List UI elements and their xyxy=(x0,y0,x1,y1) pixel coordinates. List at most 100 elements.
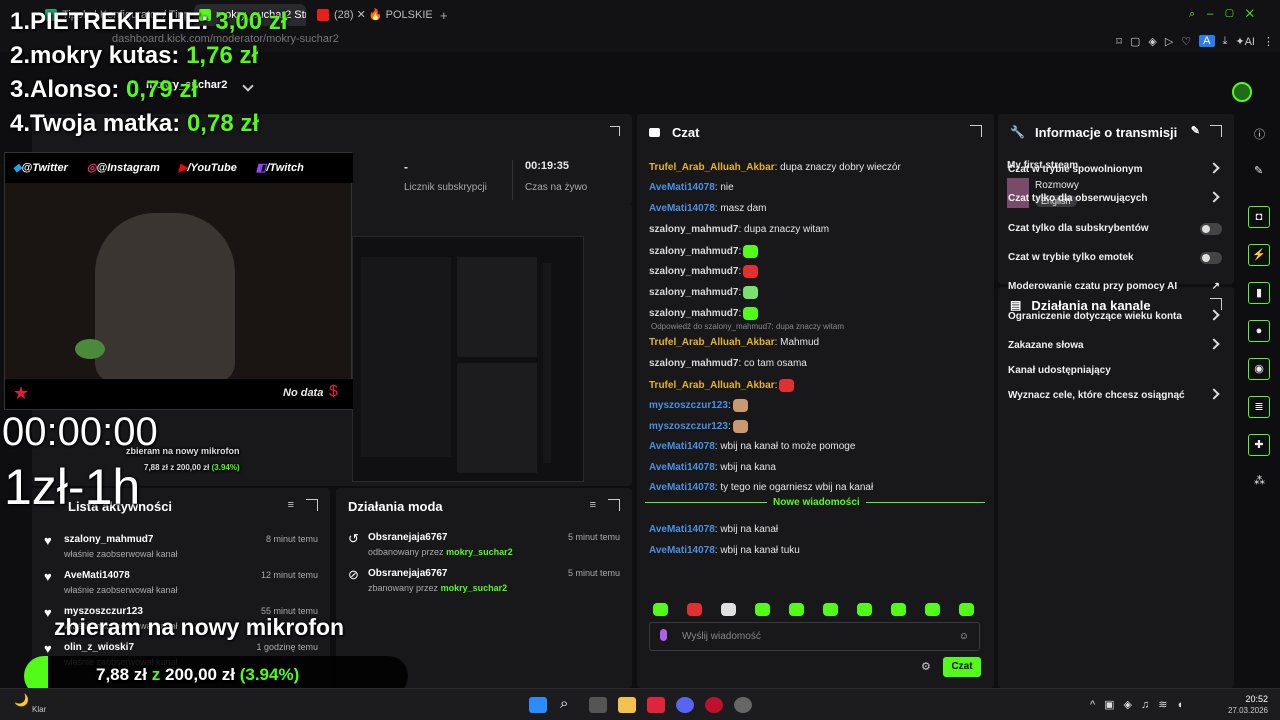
chat-username[interactable]: myszoszczur123 xyxy=(649,400,728,411)
channel-action-row[interactable]: Wyznacz cele, które chcesz osiągnąć xyxy=(1008,387,1222,405)
chat-username[interactable]: AveMati14078 xyxy=(649,182,715,193)
chat-username[interactable]: Trufel_Arab_Alluah_Akbar xyxy=(649,380,775,391)
info-icon[interactable]: ⓘ xyxy=(1254,126,1265,142)
channel-action-row[interactable]: Ograniczenie dotyczące wieku konta xyxy=(1008,308,1222,326)
chat-username[interactable]: AveMati14078 xyxy=(649,203,715,214)
emote-button[interactable] xyxy=(857,603,872,616)
chat-username[interactable]: AveMati14078 xyxy=(649,524,715,535)
emote-button[interactable] xyxy=(687,603,702,616)
chat-username[interactable]: AveMati14078 xyxy=(649,545,715,556)
expand-icon[interactable] xyxy=(306,499,318,511)
channel-action-row[interactable]: Czat w trybie spowolnionym xyxy=(1008,161,1222,179)
search-icon[interactable]: ⌕ xyxy=(560,695,568,712)
chevron-down-icon[interactable] xyxy=(242,80,254,92)
emote-button[interactable] xyxy=(653,603,668,616)
window-controls[interactable]: ⌕–▢✕ xyxy=(1189,8,1266,21)
settings-gear-icon[interactable]: ⚙ xyxy=(921,660,931,673)
explorer-icon[interactable] xyxy=(618,697,636,713)
emoji-icon[interactable]: ☺ xyxy=(959,631,969,642)
chat-username[interactable]: AveMati14078 xyxy=(649,462,715,473)
activity-name[interactable]: AveMati14078 xyxy=(64,570,130,581)
filter-icon[interactable]: ≡ xyxy=(590,499,596,511)
mic-icon[interactable] xyxy=(660,629,667,641)
obs-icon[interactable] xyxy=(734,697,752,713)
edit-icon[interactable]: ✎ xyxy=(1191,124,1200,137)
tab-tipply[interactable]: Tipply | Konfigurator / Tipp xyxy=(40,4,190,26)
activity-name[interactable]: olin_z_wioski7 xyxy=(64,642,134,653)
emote-button[interactable] xyxy=(755,603,770,616)
menu-icon[interactable]: ⋮ xyxy=(1263,35,1274,48)
translate-icon[interactable]: A xyxy=(1199,35,1215,47)
chevron-right-icon[interactable] xyxy=(1208,388,1220,400)
stream-video[interactable] xyxy=(352,236,584,482)
chat-username[interactable]: AveMati14078 xyxy=(649,441,715,452)
chat-username[interactable]: szalony_mahmud7 xyxy=(649,246,738,257)
chat-username[interactable]: Trufel_Arab_Alluah_Akbar xyxy=(649,162,775,173)
toggle-switch[interactable] xyxy=(1200,252,1222,264)
chevron-right-icon[interactable] xyxy=(1208,338,1220,350)
heart-icon[interactable]: ♡ xyxy=(1181,35,1191,48)
rail-wrench-icon[interactable]: ✚ xyxy=(1248,434,1270,456)
avatar[interactable] xyxy=(1232,82,1252,102)
tray-icons[interactable]: ^▣◈♫≋◖ xyxy=(1090,698,1192,711)
address-bar[interactable]: dashboard.kick.com/moderator/mokry-sucha… xyxy=(0,30,1280,52)
channel-name[interactable]: mokry_suchar2 xyxy=(146,79,227,91)
opera-gx-icon[interactable] xyxy=(705,697,723,713)
play-icon[interactable]: ▷ xyxy=(1165,35,1173,48)
chat-username[interactable]: AveMati14078 xyxy=(649,482,715,493)
mod-action-by[interactable]: mokry_suchar2 xyxy=(446,547,513,557)
expand-icon[interactable] xyxy=(1210,125,1222,137)
shield-icon[interactable]: ◈ xyxy=(1148,35,1156,48)
channel-action-row[interactable]: Czat w trybie tylko emotek xyxy=(1008,249,1222,267)
mod-action-by[interactable]: mokry_suchar2 xyxy=(441,583,508,593)
filter-icon[interactable]: ≡ xyxy=(288,499,294,511)
chevron-right-icon[interactable] xyxy=(1208,191,1220,203)
channel-action-row[interactable]: Czat tylko dla subskrybentów xyxy=(1008,220,1222,238)
chat-username[interactable]: szalony_mahmud7 xyxy=(649,287,738,298)
mod-action-user[interactable]: Obsranejaja6767 xyxy=(368,568,448,579)
rail-list-icon[interactable]: ≣ xyxy=(1248,396,1270,418)
channel-action-row[interactable]: Moderowanie czatu przy pomocy AI ↗ xyxy=(1008,278,1222,296)
chat-username[interactable]: Trufel_Arab_Alluah_Akbar xyxy=(649,337,775,348)
toggle-switch[interactable] xyxy=(1200,223,1222,235)
emote-button[interactable] xyxy=(891,603,906,616)
edit-icon[interactable]: ✎ xyxy=(1254,164,1263,177)
emote-button[interactable] xyxy=(959,603,974,616)
channel-action-row[interactable]: Zakazane słowa xyxy=(1008,337,1222,355)
channel-action-row[interactable]: Czat tylko dla obserwujących xyxy=(1008,190,1222,208)
activity-name[interactable]: szalony_mahmud7 xyxy=(64,534,153,545)
chat-username[interactable]: szalony_mahmud7 xyxy=(649,224,738,235)
emote-button[interactable] xyxy=(721,603,736,616)
rail-note-icon[interactable]: ▮ xyxy=(1248,282,1270,304)
activity-name[interactable]: myszoszczur123 xyxy=(64,606,143,617)
chevron-right-icon[interactable] xyxy=(1208,162,1220,174)
channel-action-row[interactable]: Kanał udostępniający xyxy=(1008,362,1222,380)
chevron-right-icon[interactable] xyxy=(1208,309,1220,321)
emote-button[interactable] xyxy=(823,603,838,616)
ai-icon[interactable]: ✦AI xyxy=(1235,35,1255,48)
wps-icon[interactable] xyxy=(647,697,665,713)
rail-broadcast-icon[interactable]: ◉ xyxy=(1248,358,1270,380)
bookmark-icon[interactable]: ▢ xyxy=(1130,35,1140,48)
pin-icon[interactable]: ⌑ xyxy=(1116,35,1122,48)
url-text[interactable]: dashboard.kick.com/moderator/mokry-sucha… xyxy=(112,33,339,45)
expand-icon[interactable] xyxy=(608,499,620,511)
rail-bolt-icon[interactable]: ⚡ xyxy=(1248,244,1270,266)
discord-icon[interactable] xyxy=(676,697,694,713)
chat-username[interactable]: szalony_mahmud7 xyxy=(649,266,738,277)
chat-username[interactable]: szalony_mahmud7 xyxy=(649,308,738,319)
rail-chat-icon[interactable]: ● xyxy=(1248,320,1270,342)
chat-username[interactable]: myszoszczur123 xyxy=(649,421,728,432)
tab-kick-stream[interactable]: mokry_suchar2 Stream - xyxy=(194,4,306,26)
weather-label[interactable]: Klar xyxy=(32,705,46,714)
expand-icon[interactable] xyxy=(610,126,620,136)
tab-youtube[interactable]: (28) ✕ 🔥 POLSKIE NU xyxy=(312,4,432,26)
more-icon[interactable]: ⁂ xyxy=(1254,474,1265,487)
send-chat-button[interactable]: Czat xyxy=(943,657,981,677)
start-icon[interactable] xyxy=(529,697,547,713)
taskview-icon[interactable] xyxy=(589,697,607,713)
clock-date[interactable]: 27.03.2026 xyxy=(1222,706,1268,715)
download-icon[interactable]: ⤓ xyxy=(1223,35,1228,48)
external-link-icon[interactable]: ↗ xyxy=(1212,278,1220,296)
rail-camera-icon[interactable]: ◘ xyxy=(1248,206,1270,228)
